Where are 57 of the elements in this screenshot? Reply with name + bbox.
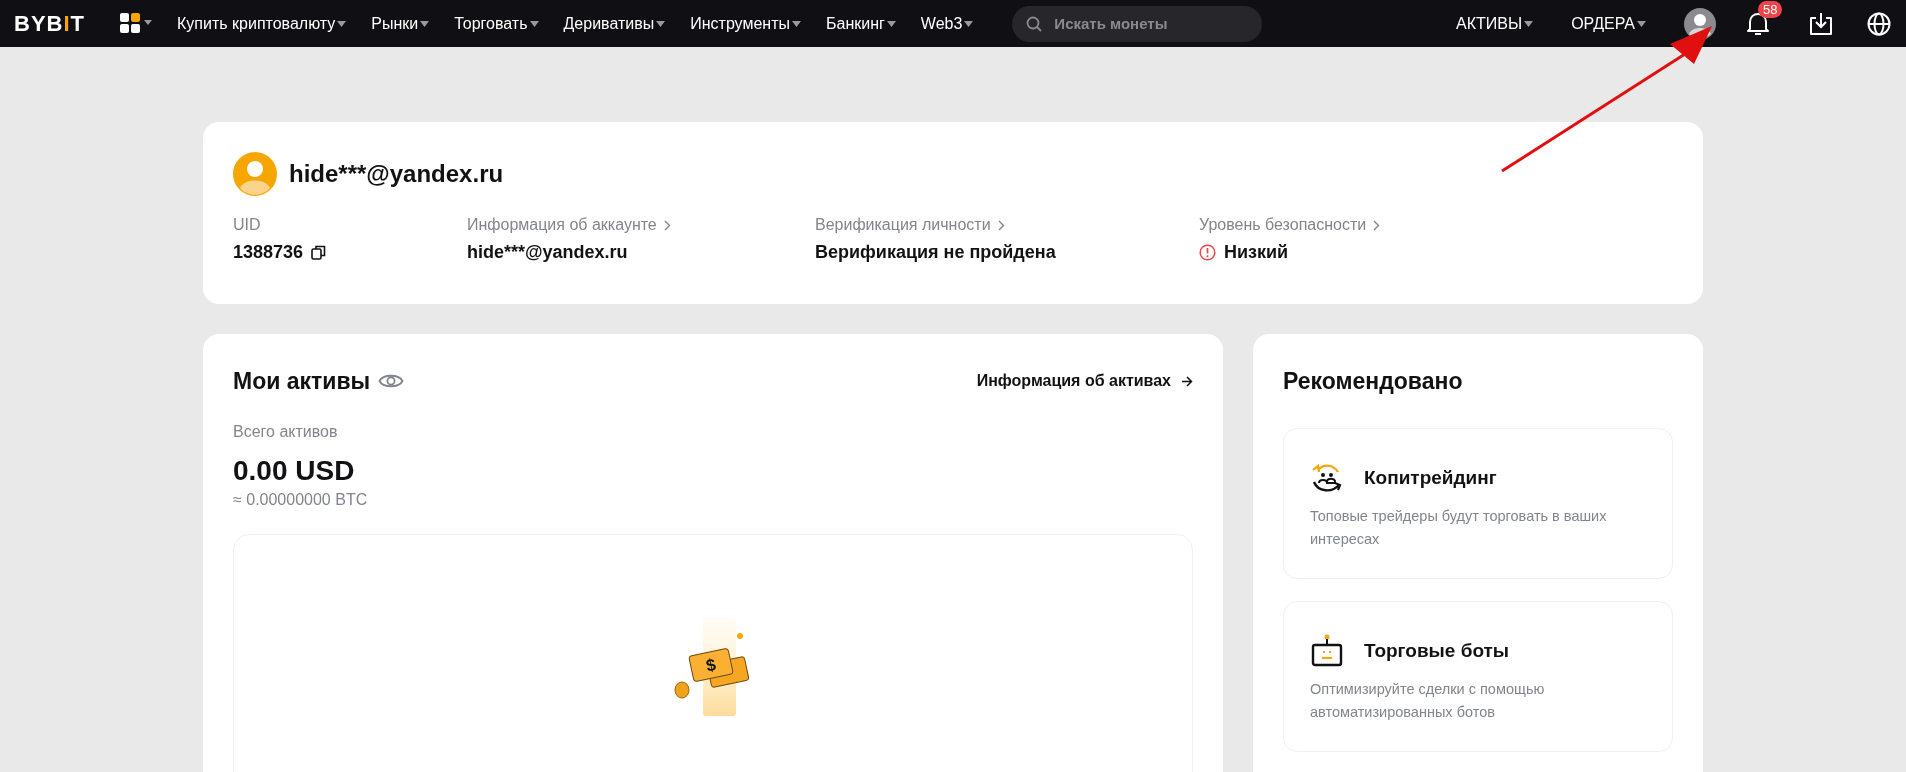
- nav-menu-item[interactable]: Торговать: [454, 14, 539, 33]
- arrow-right-icon: [1181, 375, 1193, 387]
- caret-icon: [337, 20, 347, 27]
- copy-icon[interactable]: [311, 245, 327, 260]
- field-value: hide***@yandex.ru: [467, 242, 628, 263]
- nav-menu-item[interactable]: ОРДЕРА: [1571, 14, 1646, 33]
- caret-icon: [964, 20, 974, 27]
- field-value: 1388736: [233, 242, 304, 263]
- btc-equivalent: ≈ 0.00000000 BTC: [233, 491, 369, 509]
- download-icon[interactable]: [1808, 10, 1834, 37]
- money-ticket-illustration: $: [673, 618, 753, 718]
- nav-menu-item[interactable]: Деривативы: [563, 14, 666, 33]
- caret-icon: [529, 20, 539, 27]
- recommendation-title: Копитрейдинг: [1364, 467, 1497, 489]
- robot-icon: [1310, 634, 1344, 668]
- nav-menu-item[interactable]: Инструменты: [690, 14, 801, 33]
- caret-icon: [792, 20, 801, 27]
- caret-icon: [1524, 20, 1534, 27]
- chevron-right-icon: [663, 219, 671, 231]
- account-email: hide***@yandex.ru: [289, 160, 504, 188]
- apps-menu-button[interactable]: [119, 11, 154, 36]
- recommendation-description: Оптимизируйте сделки с помощью автоматизированных ботов: [1310, 680, 1546, 722]
- warning-icon: [1199, 244, 1216, 261]
- card-title: Мои активы: [233, 367, 371, 395]
- eye-icon[interactable]: [378, 372, 405, 390]
- field-label[interactable]: Уровень безопасности: [1199, 216, 1367, 234]
- nav-menu-item[interactable]: Рынки: [371, 14, 430, 33]
- total-assets-label: Всего активов: [233, 423, 339, 441]
- nav-menu-item[interactable]: Банкинг: [826, 14, 896, 33]
- caret-icon: [656, 20, 666, 27]
- nav-menu-item[interactable]: Купить криптовалюту: [177, 14, 347, 33]
- recommendation-title: Торговые боты: [1364, 640, 1510, 662]
- caret-icon: [420, 20, 430, 27]
- user-avatar-icon: [233, 152, 277, 196]
- caret-icon: [1637, 20, 1646, 27]
- chevron-right-icon: [997, 219, 1005, 231]
- globe-icon[interactable]: [1866, 10, 1892, 37]
- total-balance: 0.00 USD: [233, 455, 356, 487]
- recommendation-description: Топовые трейдеры будут торговать в ваших интересах: [1310, 507, 1608, 549]
- people-cycle-icon: [1310, 461, 1344, 495]
- nav-menu-item[interactable]: АКТИВЫ: [1456, 14, 1534, 33]
- caret-icon: [886, 20, 896, 27]
- logo[interactable]: BYBIT: [14, 10, 86, 37]
- field-label: UID: [233, 216, 261, 234]
- recommendation-tile[interactable]: Копитрейдинг Топовые трейдеры будут торговать в ваших интересах: [1283, 428, 1673, 579]
- card-title: Рекомендовано: [1283, 367, 1464, 396]
- recommendation-tile[interactable]: Торговые боты Оптимизируйте сделки с помощью автоматизированных ботов: [1283, 601, 1673, 752]
- field-value: Низкий: [1224, 242, 1289, 263]
- asset-info-link[interactable]: Информация об активах: [976, 372, 1193, 390]
- search-icon: [1026, 15, 1043, 32]
- notification-count-badge: 58: [1758, 0, 1783, 18]
- nav-menu-item[interactable]: Web3: [920, 14, 974, 33]
- chevron-right-icon: [1373, 219, 1381, 231]
- field-label[interactable]: Верификация личности: [815, 216, 991, 234]
- field-value: Верификация не пройдена: [815, 242, 1056, 263]
- search-field[interactable]: Искать монеты: [1012, 5, 1263, 42]
- field-label[interactable]: Информация об аккаунте: [467, 216, 657, 234]
